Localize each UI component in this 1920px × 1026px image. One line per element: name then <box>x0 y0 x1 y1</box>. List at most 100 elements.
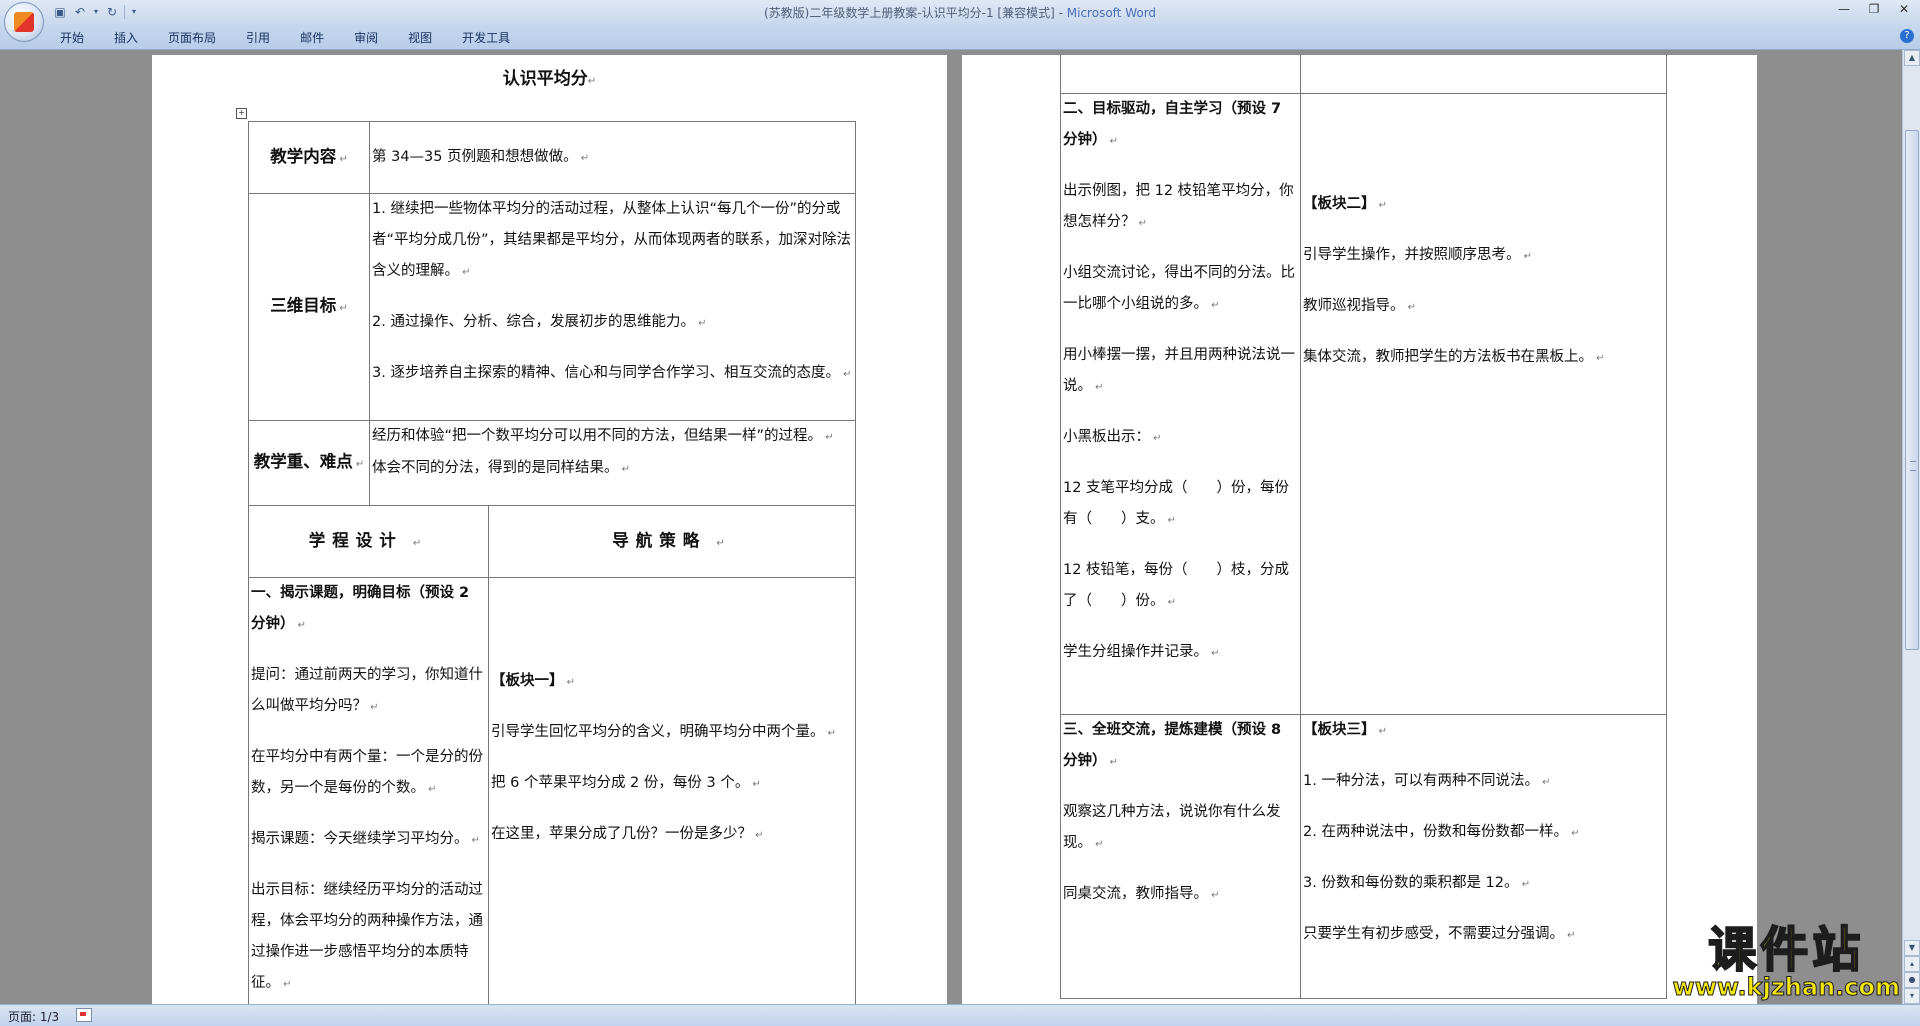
paragraph-mark: ↵ <box>706 537 732 549</box>
paragraph-mark: ↵ <box>1375 200 1388 211</box>
scroll-grip-icon <box>1910 461 1916 471</box>
previous-page-icon[interactable]: ▴ <box>1904 956 1920 972</box>
tab-developer[interactable]: 开发工具 <box>450 29 522 46</box>
goal-item-2: 2. 通过操作、分析、综合，发展初步的思维能力。 ↵ <box>372 314 707 330</box>
paragraph-mark: ↵ <box>1538 777 1551 788</box>
paragraph-mark: ↵ <box>1150 433 1162 444</box>
paragraph-mark: ↵ <box>1520 251 1533 262</box>
continued-right-cell <box>1300 55 1667 94</box>
scroll-thumb[interactable] <box>1905 130 1919 650</box>
sec3-right-para-1: 1. 一种分法，可以有两种不同说法。 ↵ <box>1303 773 1551 789</box>
help-icon[interactable]: ? <box>1900 29 1914 43</box>
proofing-status-icon[interactable] <box>76 1008 92 1022</box>
tab-insert[interactable]: 插入 <box>102 29 150 46</box>
doc-heading: 认识平均分↵ <box>152 64 947 89</box>
paragraph-mark: ↵ <box>1404 302 1417 313</box>
section3-right-cell: 【板块三】 ↵ 1. 一种分法，可以有两种不同说法。 ↵ 2. 在两种说法中，份… <box>1300 714 1667 999</box>
vertical-scrollbar[interactable]: ▲ ▼ ▴ ● ▾ <box>1902 50 1920 1004</box>
tab-view[interactable]: 视图 <box>396 29 444 46</box>
section1-heading: 一、揭示课题，明确目标（预设 2 分钟） ↵ <box>251 585 470 632</box>
goals-label-cell: 三维目标 ↵ <box>248 193 370 421</box>
col2-header: 导航策略 ↵ <box>612 530 732 550</box>
block-3-heading: 【板块三】 ↵ <box>1303 722 1388 738</box>
paragraph-mark: ↵ <box>618 464 631 475</box>
sec2-right-para-2: 教师巡视指导。 ↵ <box>1303 298 1417 314</box>
keypoint-1: 经历和体验“把一个数平均分可以用不同的方法，但结果一样”的过程。 ↵ <box>372 428 834 444</box>
paragraph-mark: ↵ <box>1208 648 1220 659</box>
paragraph-mark: ↵ <box>352 459 365 470</box>
sec3-left-para-2: 同桌交流，教师指导。 ↵ <box>1063 886 1220 902</box>
paragraph-mark: ↵ <box>1106 757 1119 768</box>
sec3-left-para-1: 观察这几种方法，说说你有什么发现。 ↵ <box>1063 804 1281 851</box>
sec2-left-para-2: 小组交流讨论，得出不同的分法。比一比哪个小组说的多。 ↵ <box>1063 265 1295 312</box>
keypoints-label-cell: 教学重、难点 ↵ <box>248 420 370 506</box>
content-label: 教学内容 ↵ <box>270 146 348 166</box>
paragraph-mark: ↵ <box>1375 726 1388 737</box>
paragraph-mark: ↵ <box>1092 839 1104 850</box>
section1-left-cell: 一、揭示课题，明确目标（预设 2 分钟） ↵ 提问：通过前两天的学习，你知道什么… <box>248 577 489 1004</box>
paragraph-mark: ↵ <box>577 153 590 164</box>
paragraph-mark: ↵ <box>752 830 764 841</box>
tab-home[interactable]: 开始 <box>48 29 96 46</box>
paragraph-mark: ↵ <box>822 432 834 443</box>
goals-cell: 1. 继续把一些物体平均分的活动过程，从整体上认识“每几个一份”的分或者“平均分… <box>369 193 856 421</box>
content-value: 第 34—35 页例题和想想做做。 ↵ <box>372 149 590 165</box>
table-move-handle-icon[interactable]: + <box>236 108 247 119</box>
sec2-left-para-7: 学生分组操作并记录。 ↵ <box>1063 644 1220 660</box>
title-bar: ▣ ↶ ▾ ↻ ▾ (苏教版)二年级数学上册教案-认识平均分-1 [兼容模式] … <box>0 0 1920 24</box>
left-para-1: 提问：通过前两天的学习，你知道什么叫做平均分吗？ ↵ <box>251 667 483 714</box>
section2-heading: 二、目标驱动，自主学习（预设 7 分钟） ↵ <box>1063 101 1282 148</box>
content-value-cell: 第 34—35 页例题和想想做做。 ↵ <box>369 121 856 194</box>
sec2-right-para-1: 引导学生操作，并按照顺序思考。 ↵ <box>1303 247 1533 263</box>
close-icon[interactable]: ✕ <box>1896 2 1912 16</box>
tab-review[interactable]: 审阅 <box>342 29 390 46</box>
keypoints-cell: 经历和体验“把一个数平均分可以用不同的方法，但结果一样”的过程。 ↵ 体会不同的… <box>369 420 856 506</box>
paragraph-mark: ↵ <box>1567 828 1580 839</box>
section2-left-cell: 二、目标驱动，自主学习（预设 7 分钟） ↵ 出示例图，把 12 枝铅笔平均分，… <box>1060 93 1301 715</box>
paragraph-mark: ↵ <box>468 835 481 846</box>
col1-header-cell: 学程设计 ↵ <box>248 505 489 578</box>
right-para-2: 把 6 个苹果平均分成 2 份，每份 3 个。 ↵ <box>491 775 761 791</box>
scroll-up-icon[interactable]: ▲ <box>1904 50 1920 66</box>
ribbon-tabs: 开始 插入 页面布局 引用 邮件 审阅 视图 开发工具 <box>48 29 528 46</box>
tab-page-layout[interactable]: 页面布局 <box>156 29 228 46</box>
doc-heading-text: 认识平均分 <box>502 69 588 89</box>
keypoints-label: 教学重、难点 ↵ <box>253 452 365 471</box>
paragraph-mark: ↵ <box>1208 300 1220 311</box>
paragraph-mark: ↵ <box>280 979 292 990</box>
app-name: Microsoft Word <box>1066 6 1157 20</box>
minimize-icon[interactable]: — <box>1836 2 1852 16</box>
page-indicator[interactable]: 页面: 1/3 <box>8 1008 59 1025</box>
paragraph-mark: ↵ <box>459 267 471 278</box>
maximize-icon[interactable]: ❐ <box>1866 2 1882 16</box>
status-bar: 页面: 1/3 <box>0 1004 1920 1026</box>
keypoint-2: 体会不同的分法，得到的是同样结果。 ↵ <box>372 460 631 476</box>
sec2-left-para-1: 出示例图，把 12 枝铅笔平均分，你想怎样分？ ↵ <box>1063 183 1294 230</box>
right-para-1: 引导学生回忆平均分的含义，明确平均分中两个量。 ↵ <box>491 724 837 740</box>
sec2-left-para-3: 用小棒摆一摆，并且用两种说法说一说。 ↵ <box>1063 347 1295 394</box>
sec2-left-para-6: 12 枝铅笔，每份（ ）枝，分成了（ ）份。 ↵ <box>1063 562 1290 609</box>
tab-references[interactable]: 引用 <box>234 29 282 46</box>
paragraph-mark: ↵ <box>294 620 307 631</box>
office-logo-icon <box>14 12 34 32</box>
scroll-down-icon[interactable]: ▼ <box>1904 940 1920 956</box>
tab-mailings[interactable]: 邮件 <box>288 29 336 46</box>
paragraph-mark: ↵ <box>367 702 379 713</box>
next-page-icon[interactable]: ▾ <box>1904 988 1920 1004</box>
col2-header-cell: 导航策略 ↵ <box>488 505 856 578</box>
goal-item-3: 3. 逐步培养自主探索的精神、信心和与同学合作学习、相互交流的态度。 ↵ <box>372 365 852 381</box>
paragraph-mark: ↵ <box>1208 890 1220 901</box>
paragraph-mark: ↵ <box>1564 930 1576 941</box>
sec2-left-para-5: 12 支笔平均分成（ ）份，每份有（ ）支。 ↵ <box>1063 480 1290 527</box>
block-2-heading: 【板块二】 ↵ <box>1303 196 1388 212</box>
document-title: (苏教版)二年级数学上册教案-认识平均分-1 [兼容模式] <box>763 6 1055 20</box>
paragraph-mark: ↵ <box>336 153 348 165</box>
paragraph-mark: ↵ <box>1593 353 1605 364</box>
sec2-left-para-4: 小黑板出示： ↵ <box>1063 429 1162 445</box>
watermark-main: 课件站 <box>1707 922 1865 978</box>
block-1-heading: 【板块一】 ↵ <box>491 673 576 689</box>
document-area: 认识平均分↵ + 教学内容 ↵ 第 34—35 页例题和想想做做。 ↵ 三维目标… <box>0 50 1902 1004</box>
browse-object-icon[interactable]: ● <box>1904 972 1920 988</box>
paragraph-mark: ↵ <box>1164 597 1177 608</box>
office-button[interactable] <box>4 2 44 42</box>
